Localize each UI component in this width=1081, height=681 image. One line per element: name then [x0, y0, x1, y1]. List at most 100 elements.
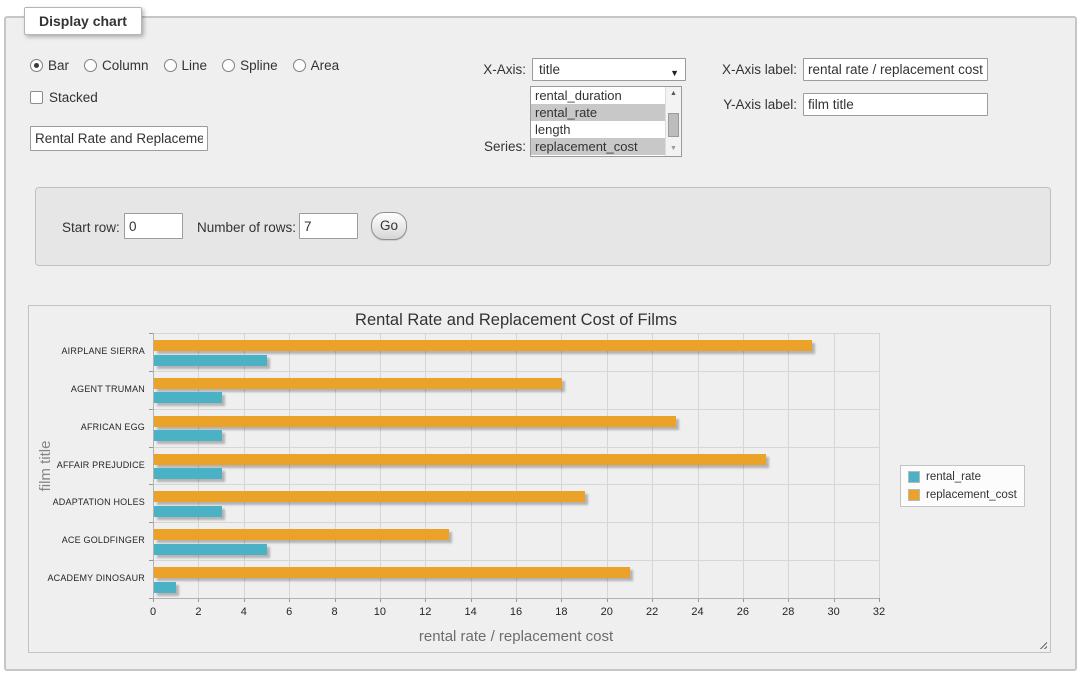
gridline-vertical: [561, 333, 562, 598]
chart-type-option-bar[interactable]: Bar: [30, 58, 69, 73]
stacked-checkbox[interactable]: [30, 91, 43, 104]
radio-column[interactable]: [84, 59, 97, 72]
gridline-vertical: [698, 333, 699, 598]
chart-type-option-area[interactable]: Area: [293, 58, 340, 73]
gridline-vertical: [425, 333, 426, 598]
gridline-vertical: [380, 333, 381, 598]
x-axis-select-label: X-Axis:: [426, 62, 526, 77]
x-tick-label: 12: [407, 606, 443, 618]
x-tick-label: 0: [135, 606, 171, 618]
gridline-horizontal: [153, 333, 879, 334]
x-axis-title: rental rate / replacement cost: [153, 628, 879, 645]
bar-rental-rate: [154, 544, 267, 555]
stacked-checkbox-row: Stacked: [30, 90, 98, 105]
y-axis-title: film title: [37, 440, 54, 491]
x-tick-label: 16: [498, 606, 534, 618]
gridline-vertical: [652, 333, 653, 598]
bar-replacement-cost: [154, 567, 630, 578]
row-controls-panel: Start row: Number of rows: Go: [35, 187, 1051, 266]
gridline-vertical: [471, 333, 472, 598]
radio-area[interactable]: [293, 59, 306, 72]
gridline-horizontal: [153, 409, 879, 410]
category-label: ACE GOLDFINGER: [37, 535, 145, 545]
y-axis-label-input[interactable]: [803, 93, 988, 116]
bar-replacement-cost: [154, 491, 585, 502]
x-tick-label: 22: [634, 606, 670, 618]
gridline-vertical: [834, 333, 835, 598]
chart-legend: rental_rate replacement_cost: [900, 465, 1025, 507]
chart-type-option-column[interactable]: Column: [84, 58, 149, 73]
x-axis-line: [153, 598, 879, 599]
chart-type-option-line[interactable]: Line: [164, 58, 208, 73]
y-axis-line: [153, 333, 154, 599]
series-option-length[interactable]: length: [531, 121, 665, 138]
chart-type-option-spline[interactable]: Spline: [222, 58, 278, 73]
category-label: ADAPTATION HOLES: [37, 497, 145, 507]
x-tick-mark: [879, 598, 880, 602]
gridline-vertical: [743, 333, 744, 598]
category-label: AGENT TRUMAN: [37, 384, 145, 394]
x-tick-label: 4: [226, 606, 262, 618]
gridline-horizontal: [153, 522, 879, 523]
scrollbar-thumb[interactable]: [668, 113, 679, 137]
chart-title-input[interactable]: [30, 126, 208, 151]
bar-rental-rate: [154, 430, 222, 441]
x-axis-label-input[interactable]: [803, 58, 988, 81]
legend-entry-replacement_cost: replacement_cost: [908, 489, 1017, 501]
series-option-rental_rate[interactable]: rental_rate: [531, 104, 665, 121]
chart-title: Rental Rate and Replacement Cost of Film…: [153, 311, 879, 330]
resize-handle-icon[interactable]: [1037, 639, 1047, 649]
series-option-rental_duration[interactable]: rental_duration: [531, 87, 665, 104]
category-label: AFRICAN EGG: [37, 422, 145, 432]
gridline-horizontal: [153, 447, 879, 448]
chart-panel: Rental Rate and Replacement Cost of Film…: [28, 305, 1051, 653]
start-row-label: Start row:: [62, 220, 120, 235]
x-axis-label-caption: X-Axis label:: [646, 62, 797, 77]
gridline-vertical: [516, 333, 517, 598]
x-tick-label: 30: [816, 606, 852, 618]
bar-rental-rate: [154, 392, 222, 403]
fieldset-legend: Display chart: [24, 7, 142, 35]
bar-replacement-cost: [154, 454, 766, 465]
legend-label-rental_rate: rental_rate: [926, 471, 981, 483]
number-of-rows-input[interactable]: [299, 213, 358, 239]
bar-rental-rate: [154, 582, 176, 593]
x-tick-label: 28: [770, 606, 806, 618]
radio-line[interactable]: [164, 59, 177, 72]
bar-replacement-cost: [154, 340, 812, 351]
legend-label-replacement_cost: replacement_cost: [926, 489, 1017, 501]
bar-replacement-cost: [154, 378, 562, 389]
go-button[interactable]: Go: [371, 212, 407, 240]
gridline-horizontal: [153, 371, 879, 372]
bar-replacement-cost: [154, 529, 449, 540]
radio-bar[interactable]: [30, 59, 43, 72]
x-tick-label: 2: [180, 606, 216, 618]
y-axis-label-caption: Y-Axis label:: [646, 97, 797, 112]
start-row-input[interactable]: [124, 213, 183, 239]
gridline-horizontal: [153, 560, 879, 561]
series-option-replacement_cost[interactable]: replacement_cost: [531, 138, 665, 155]
gridline-vertical: [198, 333, 199, 598]
x-tick-label: 14: [453, 606, 489, 618]
x-tick-label: 24: [680, 606, 716, 618]
legend-entry-rental_rate: rental_rate: [908, 471, 1017, 483]
radio-label-spline: Spline: [240, 58, 278, 73]
bar-rental-rate: [154, 355, 267, 366]
radio-label-area: Area: [311, 58, 340, 73]
gridline-horizontal: [153, 484, 879, 485]
legend-swatch-rental_rate: [908, 471, 920, 483]
display-chart-fieldset: Display chart BarColumnLineSplineArea St…: [4, 16, 1077, 671]
x-tick-label: 10: [362, 606, 398, 618]
stacked-label: Stacked: [49, 90, 98, 105]
radio-label-column: Column: [102, 58, 149, 73]
radio-spline[interactable]: [222, 59, 235, 72]
number-of-rows-label: Number of rows:: [197, 220, 296, 235]
category-label: ACADEMY DINOSAUR: [37, 573, 145, 583]
gridline-vertical: [335, 333, 336, 598]
x-tick-label: 32: [861, 606, 897, 618]
bar-rental-rate: [154, 506, 222, 517]
x-axis-selected-value: title: [539, 62, 560, 77]
x-tick-label: 8: [317, 606, 353, 618]
legend-swatch-replacement_cost: [908, 489, 920, 501]
scroll-down-icon[interactable]: ▼: [666, 142, 681, 156]
